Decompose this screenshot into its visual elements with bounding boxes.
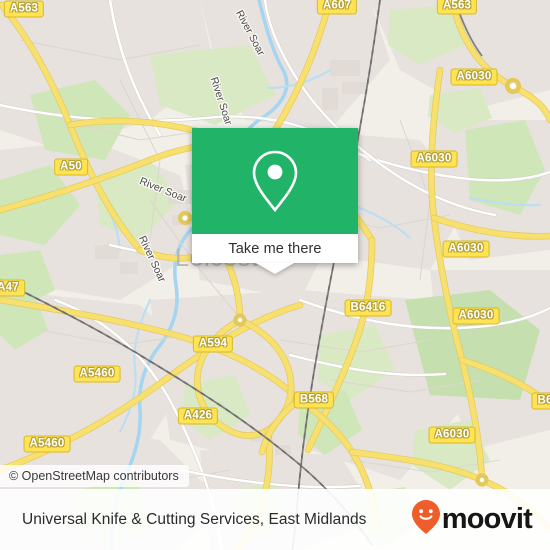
card-image-placeholder xyxy=(192,128,358,234)
place-title: Universal Knife & Cutting Services, East… xyxy=(22,510,367,528)
moovit-wordmark: moovit xyxy=(441,503,533,535)
road-shield: A6030 xyxy=(452,307,500,325)
road-shield: A6030 xyxy=(428,426,476,444)
road-shield: A563 xyxy=(3,0,45,18)
road-shield: A50 xyxy=(54,158,88,176)
take-me-there-label: Take me there xyxy=(228,240,322,257)
road-shield: A6030 xyxy=(450,68,498,86)
map-screenshot: .bg { fill:#f2efe9; } .urban { fill:#e8e… xyxy=(0,0,550,550)
road-shield: B6416 xyxy=(344,299,392,317)
road-shield: A5460 xyxy=(23,435,71,453)
road-shield: B6 xyxy=(531,392,550,410)
road-shield: A594 xyxy=(192,335,234,353)
take-me-there-button[interactable]: Take me there xyxy=(192,234,358,263)
location-info-card[interactable]: Take me there xyxy=(192,128,358,274)
attribution-text: © OpenStreetMap contributors xyxy=(9,469,179,483)
road-shield: A6030 xyxy=(442,240,490,258)
road-shield: A47 xyxy=(0,279,25,297)
footer-bar: Universal Knife & Cutting Services, East… xyxy=(0,489,550,550)
moovit-pin-icon xyxy=(411,499,441,540)
road-shield: A426 xyxy=(177,407,219,425)
map-pin-icon xyxy=(248,148,302,214)
road-shield: B568 xyxy=(293,391,335,409)
road-shield: A607 xyxy=(316,0,358,15)
map-attribution[interactable]: © OpenStreetMap contributors xyxy=(0,465,189,487)
road-shield: A6030 xyxy=(410,150,458,168)
moovit-logo[interactable]: moovit xyxy=(411,499,533,540)
road-shield: A5460 xyxy=(73,365,121,383)
road-shield: A563 xyxy=(436,0,478,15)
card-pointer-triangle xyxy=(256,263,294,274)
